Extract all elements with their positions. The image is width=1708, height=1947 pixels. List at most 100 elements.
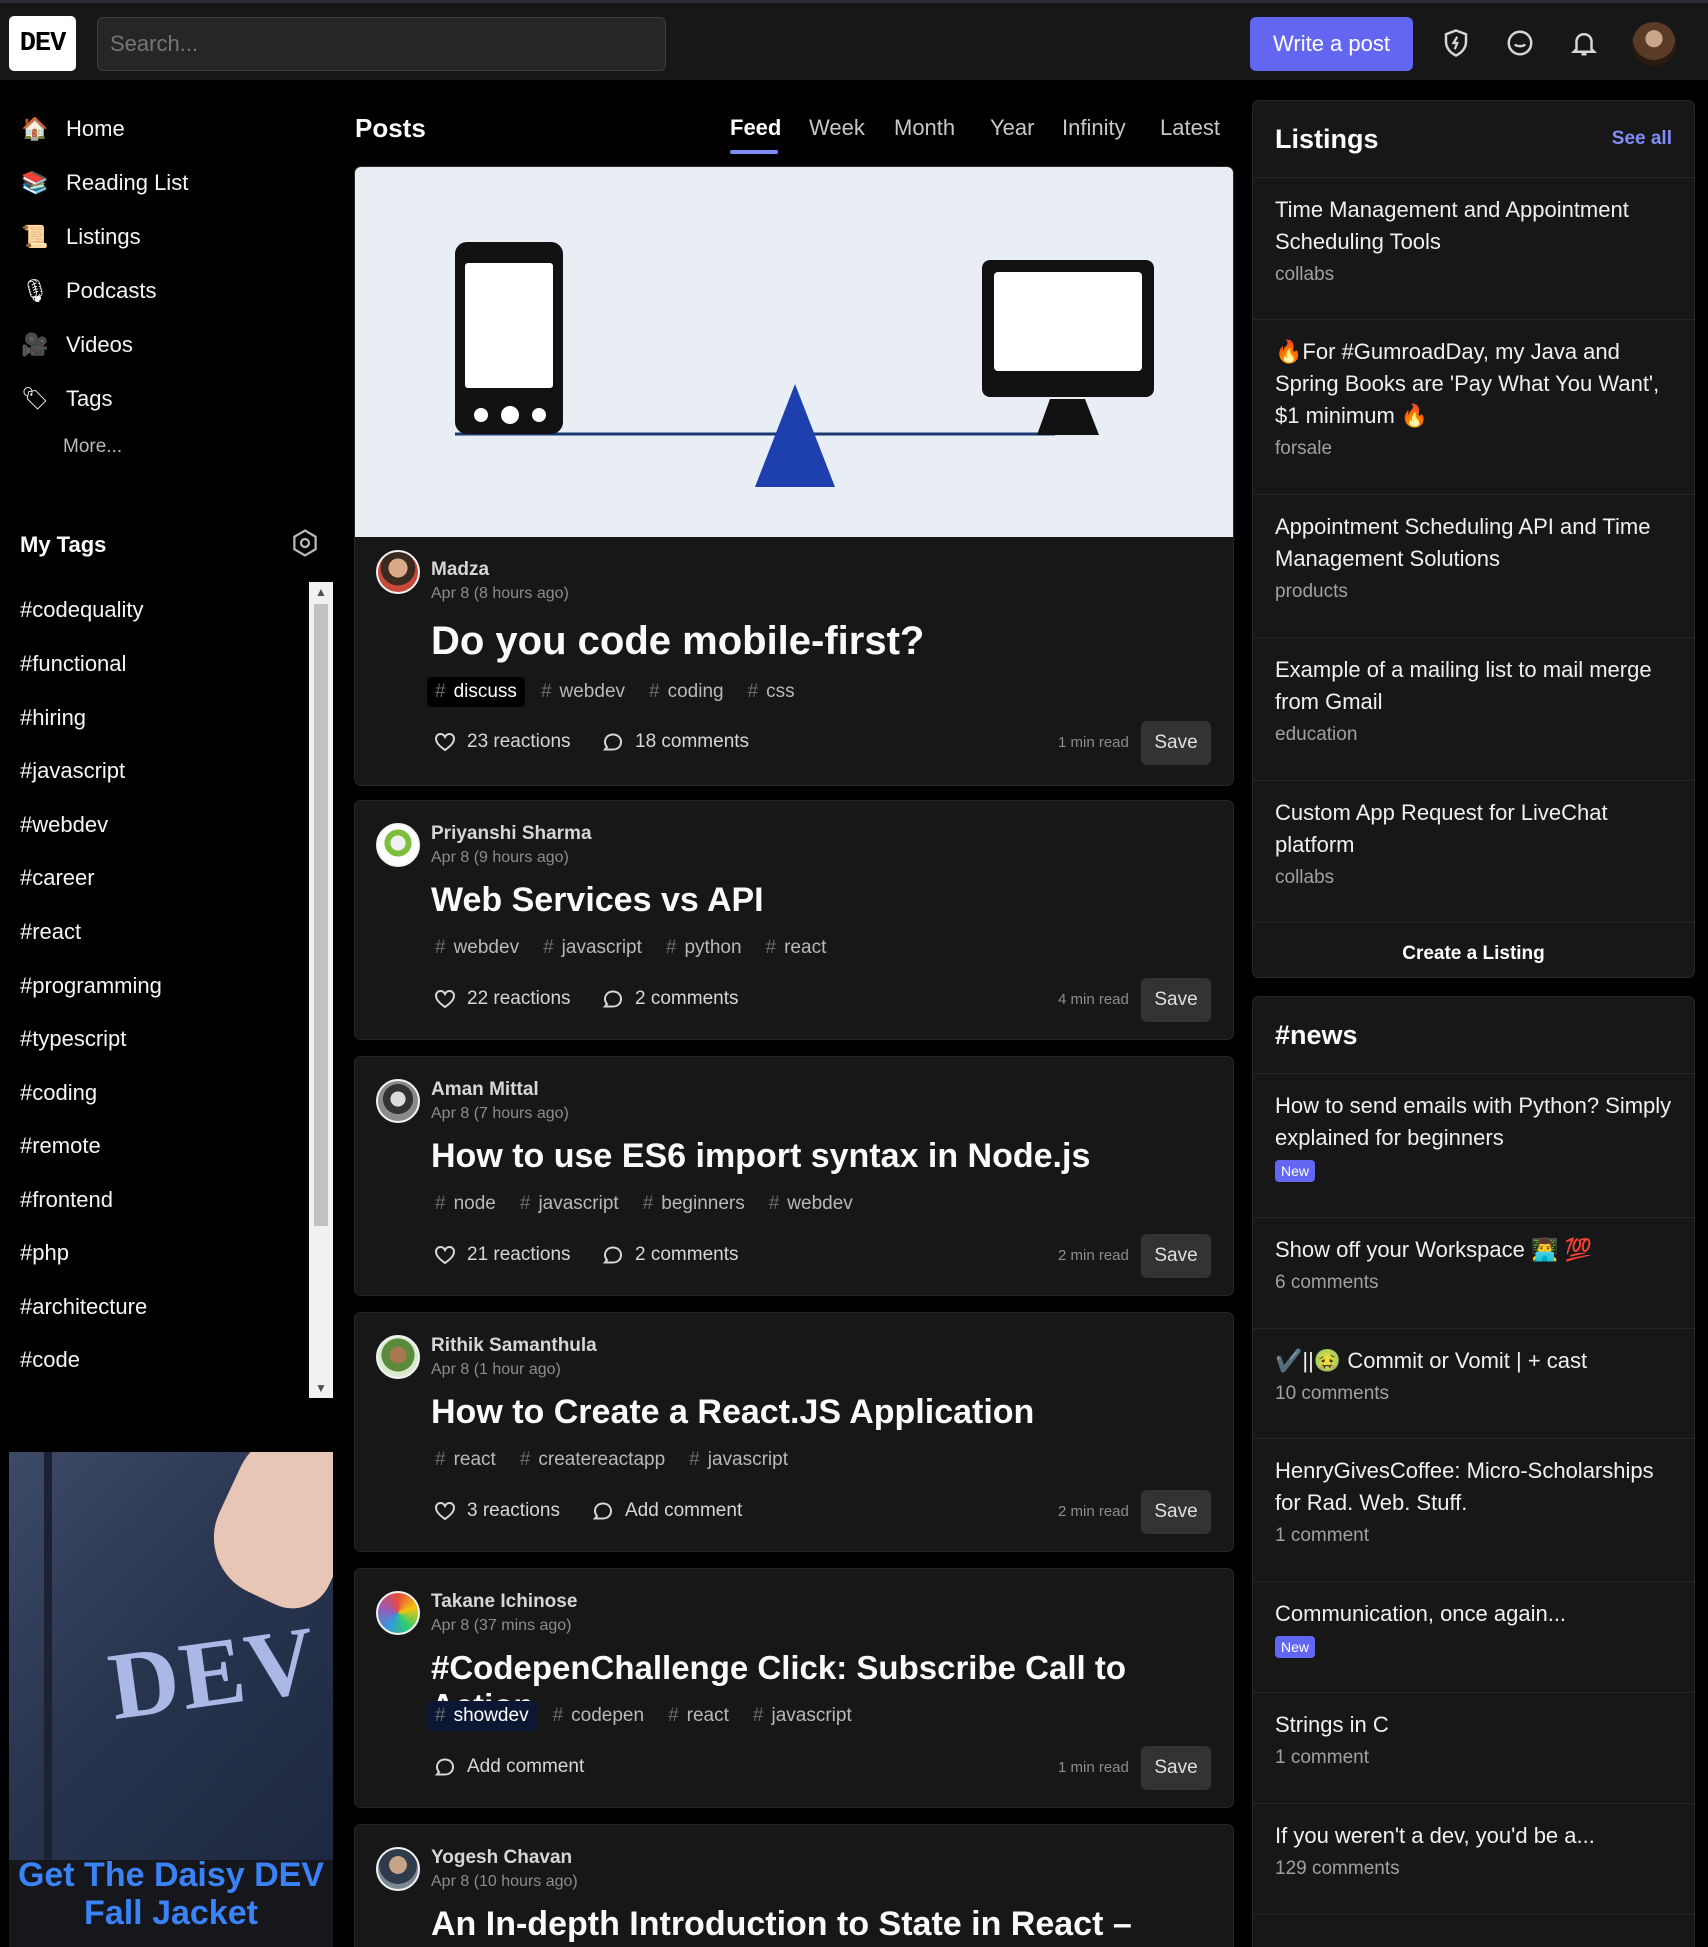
save-button[interactable]: Save	[1141, 978, 1211, 1022]
author-name[interactable]: Takane Ichinose	[431, 1591, 577, 1613]
author-avatar[interactable]	[376, 1335, 420, 1379]
tag-link[interactable]: # node	[427, 1189, 504, 1219]
save-button[interactable]: Save	[1141, 1746, 1211, 1790]
sidebar-tag[interactable]: #functional	[20, 651, 126, 677]
sponsor-ad[interactable]: DEV Get The Daisy DEV Fall Jacket	[9, 1452, 333, 1947]
sidebar-tag[interactable]: #coding	[20, 1080, 97, 1106]
post-card[interactable]: Rithik Samanthula Apr 8 (1 hour ago) How…	[354, 1312, 1234, 1552]
my-tags-list[interactable]: #codequality #functional #hiring #javasc…	[0, 582, 310, 1398]
tag-link[interactable]: # createreactapp	[512, 1445, 673, 1475]
news-item-title[interactable]: Communication, once again...	[1275, 1598, 1672, 1630]
save-button[interactable]: Save	[1141, 1234, 1211, 1278]
author-avatar[interactable]	[376, 1591, 420, 1635]
tab-latest[interactable]: Latest	[1160, 115, 1220, 141]
tab-infinity[interactable]: Infinity	[1062, 115, 1126, 141]
listing-item[interactable]: 🔥For #GumroadDay, my Java and Spring Boo…	[1253, 320, 1694, 495]
sidebar-tag[interactable]: #career	[20, 865, 95, 891]
tag-link[interactable]: # showdev	[427, 1701, 537, 1731]
post-card[interactable]: Yogesh Chavan Apr 8 (10 hours ago) An In…	[354, 1824, 1234, 1947]
create-listing-button[interactable]: Create a Listing	[1253, 923, 1694, 977]
tag-link[interactable]: # javascript	[535, 933, 650, 963]
listing-item[interactable]: Example of a mailing list to mail merge …	[1253, 638, 1694, 781]
tag-link[interactable]: # webdev	[427, 933, 527, 963]
listing-item[interactable]: Custom App Request for LiveChat platform…	[1253, 781, 1694, 923]
tag-link[interactable]: # discuss	[427, 677, 525, 707]
author-name[interactable]: Madza	[431, 559, 489, 581]
post-title[interactable]: An In-depth Introduction to State in Rea…	[431, 1905, 1213, 1944]
scroll-down-arrow-icon[interactable]: ▼	[309, 1378, 333, 1398]
sidebar-tag[interactable]: #frontend	[20, 1187, 113, 1213]
post-card[interactable]: Priyanshi Sharma Apr 8 (9 hours ago) Web…	[354, 800, 1234, 1040]
cover-image[interactable]	[355, 167, 1233, 537]
news-item[interactable]: How to send emails with Python? Simply e…	[1253, 1074, 1694, 1218]
see-all-link[interactable]: See all	[1612, 128, 1672, 150]
listing-title[interactable]: Example of a mailing list to mail merge …	[1275, 654, 1672, 718]
news-title[interactable]: #news	[1275, 1020, 1358, 1051]
chat-icon[interactable]	[1500, 23, 1540, 63]
comments-button[interactable]: 2 comments	[601, 987, 738, 1011]
sidebar-tag[interactable]: #javascript	[20, 758, 125, 784]
shield-bolt-icon[interactable]	[1436, 23, 1476, 63]
tab-year[interactable]: Year	[990, 115, 1034, 141]
user-avatar[interactable]	[1632, 22, 1676, 66]
listing-item[interactable]: Appointment Scheduling API and Time Mana…	[1253, 495, 1694, 638]
author-name[interactable]: Priyanshi Sharma	[431, 823, 592, 845]
author-avatar[interactable]	[376, 550, 420, 594]
nav-item-listings[interactable]: 📜 Listings	[20, 217, 140, 257]
tag-link[interactable]: # webdev	[761, 1189, 861, 1219]
sidebar-tag[interactable]: #code	[20, 1347, 80, 1373]
post-date[interactable]: Apr 8 (10 hours ago)	[431, 1873, 578, 1891]
news-item[interactable]: HenryGivesCoffee: Micro-Scholarships for…	[1253, 1439, 1694, 1582]
author-name[interactable]: Yogesh Chavan	[431, 1847, 572, 1869]
author-name[interactable]: Rithik Samanthula	[431, 1335, 597, 1357]
reactions-button[interactable]: 3 reactions	[433, 1499, 560, 1523]
listing-title[interactable]: 🔥For #GumroadDay, my Java and Spring Boo…	[1275, 336, 1672, 432]
sidebar-tag[interactable]: #remote	[20, 1133, 101, 1159]
tab-month[interactable]: Month	[894, 115, 955, 141]
tag-link[interactable]: # beginners	[635, 1189, 753, 1219]
post-date[interactable]: Apr 8 (7 hours ago)	[431, 1105, 569, 1123]
save-button[interactable]: Save	[1141, 721, 1211, 765]
scrollbar-thumb[interactable]	[314, 604, 328, 1226]
tag-link[interactable]: # javascript	[512, 1189, 627, 1219]
reactions-button[interactable]: 21 reactions	[433, 1243, 571, 1267]
post-card[interactable]: Madza Apr 8 (8 hours ago) Do you code mo…	[354, 166, 1234, 786]
reactions-button[interactable]: 22 reactions	[433, 987, 571, 1011]
news-item[interactable]: Communication, once again... New	[1253, 1582, 1694, 1693]
comments-button[interactable]: 2 comments	[601, 1243, 738, 1267]
tag-link[interactable]: # webdev	[533, 677, 633, 707]
more-link[interactable]: More...	[63, 436, 122, 458]
post-card[interactable]: Aman Mittal Apr 8 (7 hours ago) How to u…	[354, 1056, 1234, 1296]
tag-link[interactable]: # css	[740, 677, 803, 707]
sidebar-tag[interactable]: #architecture	[20, 1294, 147, 1320]
sidebar-tag[interactable]: #react	[20, 919, 81, 945]
tag-link[interactable]: # react	[427, 1445, 504, 1475]
news-item-title[interactable]: How to send emails with Python? Simply e…	[1275, 1090, 1672, 1154]
nav-item-tags[interactable]: 🏷 Tags	[20, 379, 112, 419]
tag-link[interactable]: # coding	[641, 677, 732, 707]
nav-item-videos[interactable]: 🎥 Videos	[20, 325, 133, 365]
tag-link[interactable]: # react	[660, 1701, 737, 1731]
sidebar-tag[interactable]: #webdev	[20, 812, 108, 838]
news-item-title[interactable]: HenryGivesCoffee: Micro-Scholarships for…	[1275, 1455, 1672, 1519]
news-item[interactable]: Show off your Workspace 👨‍💻 💯 6 comments	[1253, 1218, 1694, 1329]
post-card[interactable]: Takane Ichinose Apr 8 (37 mins ago) #Cod…	[354, 1568, 1234, 1808]
news-item-title[interactable]: ✔️||🤢 Commit or Vomit | + cast	[1275, 1345, 1672, 1377]
listing-title[interactable]: Appointment Scheduling API and Time Mana…	[1275, 511, 1672, 575]
comments-button[interactable]: 18 comments	[601, 730, 749, 754]
author-name[interactable]: Aman Mittal	[431, 1079, 539, 1101]
news-item-title[interactable]: Strings in C	[1275, 1709, 1672, 1741]
ad-headline[interactable]: Get The Daisy DEV Fall Jacket	[9, 1856, 333, 1932]
tag-link[interactable]: # javascript	[745, 1701, 860, 1731]
author-avatar[interactable]	[376, 1079, 420, 1123]
tag-link[interactable]: # react	[758, 933, 835, 963]
write-post-button[interactable]: Write a post	[1250, 17, 1413, 71]
post-title[interactable]: Web Services vs API	[431, 881, 1213, 920]
sidebar-tag[interactable]: #php	[20, 1240, 69, 1266]
listing-item[interactable]: Time Management and Appointment Scheduli…	[1253, 178, 1694, 320]
news-item[interactable]: Strings in C 1 comment	[1253, 1693, 1694, 1804]
sidebar-tag[interactable]: #programming	[20, 973, 162, 999]
hexagon-gear-icon[interactable]	[290, 528, 320, 558]
listing-title[interactable]: Custom App Request for LiveChat platform	[1275, 797, 1672, 861]
scroll-up-arrow-icon[interactable]: ▲	[309, 582, 333, 602]
